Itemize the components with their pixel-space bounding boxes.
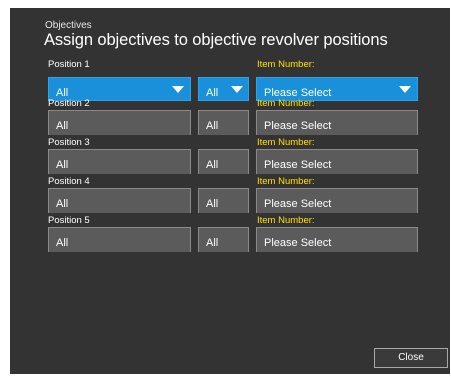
item-number-label: Item Number: <box>257 137 315 148</box>
position-5-type-dropdown[interactable]: All <box>48 227 191 252</box>
dropdown-value: All <box>206 237 219 249</box>
position-label: Position 5 <box>48 215 90 226</box>
position-label: Position 2 <box>48 98 90 109</box>
dropdown-value: All <box>56 237 69 249</box>
dropdown-value: Please Select <box>264 159 332 171</box>
position-5-subtype-dropdown[interactable]: All <box>198 227 249 252</box>
chevron-down-icon <box>231 86 243 93</box>
position-label: Position 3 <box>48 137 90 148</box>
item-number-label: Item Number: <box>257 215 315 226</box>
dropdown-value: All <box>206 198 219 210</box>
item-number-label: Item Number: <box>257 59 315 70</box>
position-3-type-dropdown[interactable]: All <box>48 149 191 174</box>
chevron-down-icon <box>172 86 184 93</box>
dropdown-value: Please Select <box>264 120 332 132</box>
close-button[interactable]: Close <box>374 348 448 368</box>
dropdown-value: All <box>206 87 219 99</box>
dialog-subtitle: Objectives <box>45 20 92 31</box>
position-2-subtype-dropdown[interactable]: All <box>198 110 249 135</box>
position-4-item-number-dropdown[interactable]: Please Select <box>256 188 418 213</box>
item-number-label: Item Number: <box>257 98 315 109</box>
dropdown-value: Please Select <box>264 237 332 249</box>
dropdown-value: All <box>56 120 69 132</box>
position-4-subtype-dropdown[interactable]: All <box>198 188 249 213</box>
position-1-subtype-dropdown[interactable]: All <box>198 77 249 101</box>
dropdown-value: Please Select <box>264 198 332 210</box>
dropdown-value: All <box>206 120 219 132</box>
position-2-type-dropdown[interactable]: All <box>48 110 191 135</box>
position-label: Position 4 <box>48 176 90 187</box>
dropdown-value: All <box>56 159 69 171</box>
dialog-title: Assign objectives to objective revolver … <box>44 31 388 49</box>
position-3-subtype-dropdown[interactable]: All <box>198 149 249 174</box>
dropdown-value: All <box>206 159 219 171</box>
position-4-type-dropdown[interactable]: All <box>48 188 191 213</box>
objectives-dialog: Objectives Assign objectives to objectiv… <box>10 8 450 374</box>
position-label: Position 1 <box>48 59 90 70</box>
position-3-item-number-dropdown[interactable]: Please Select <box>256 149 418 174</box>
dropdown-value: All <box>56 198 69 210</box>
item-number-label: Item Number: <box>257 176 315 187</box>
chevron-down-icon <box>399 86 411 93</box>
position-5-item-number-dropdown[interactable]: Please Select <box>256 227 418 252</box>
position-2-item-number-dropdown[interactable]: Please Select <box>256 110 418 135</box>
